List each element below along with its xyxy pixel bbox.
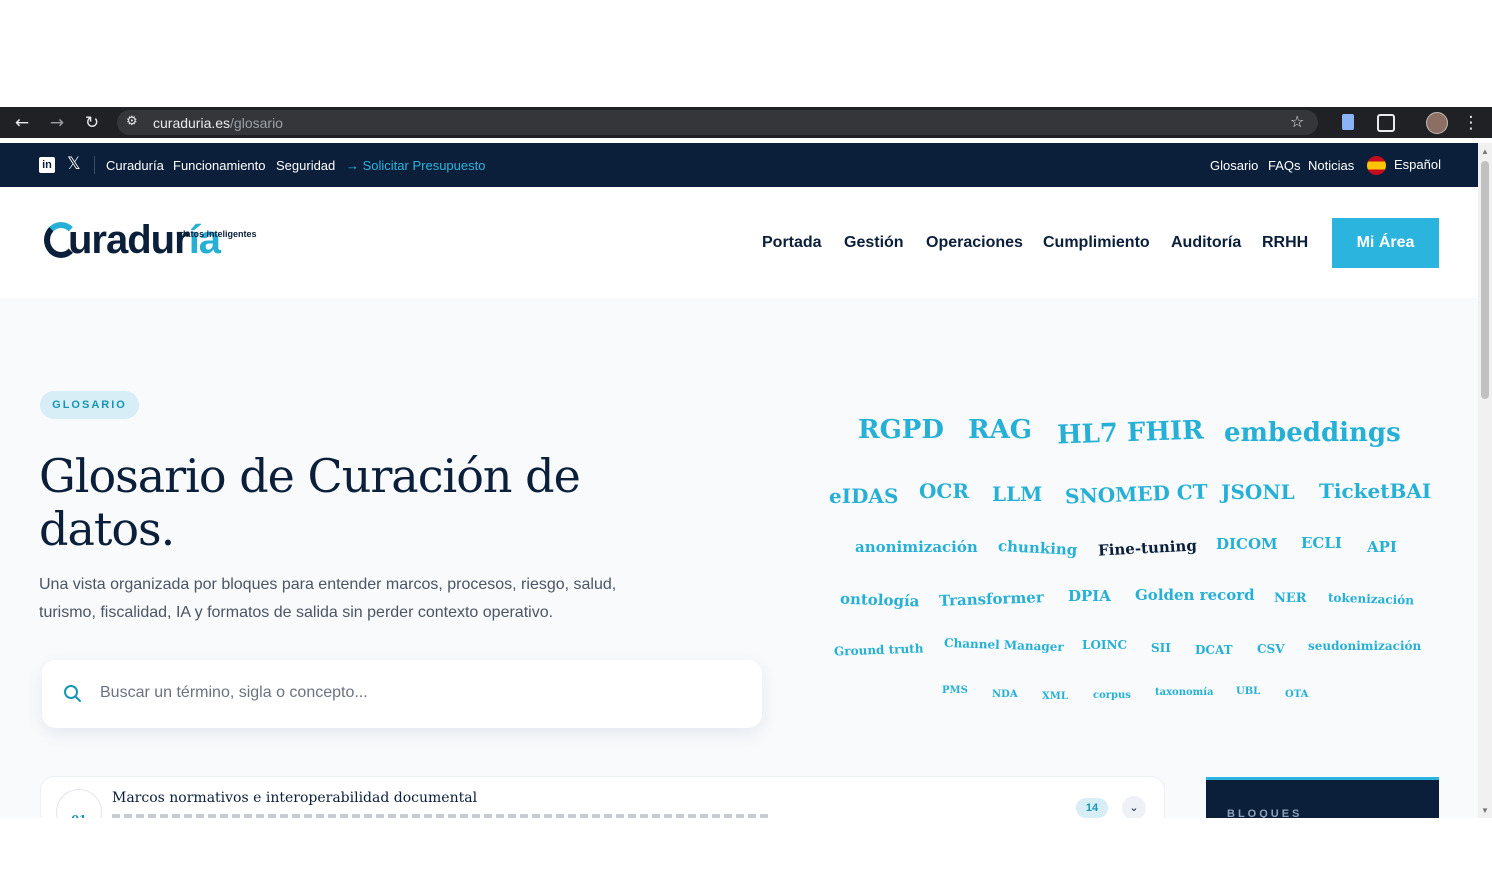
glossary-search[interactable]: Buscar un término, sigla o concepto...	[42, 660, 762, 728]
solicitar-presupuesto-link[interactable]: → Solicitar Presupuesto	[346, 158, 485, 173]
star-icon[interactable]: ☆	[1290, 112, 1304, 131]
tag-dcat[interactable]: DCAT	[1195, 643, 1233, 657]
nav-portada[interactable]: Portada	[762, 234, 822, 252]
tag-ontologia[interactable]: ontología	[840, 590, 920, 611]
mi-area-button[interactable]: Mi Área	[1332, 218, 1439, 268]
top-utility-bar: in 𝕏 Curaduría Funcionamiento Seguridad …	[0, 143, 1478, 187]
kebab-menu-icon[interactable]: ⋮	[1457, 107, 1485, 138]
tag-csv[interactable]: CSV	[1257, 642, 1285, 656]
topbar-link-funcionamiento[interactable]: Funcionamiento	[173, 158, 266, 173]
block-count-badge: 14	[1076, 798, 1108, 818]
scroll-down-icon[interactable]: ▼	[1481, 806, 1489, 815]
topbar-link-faqs[interactable]: FAQs	[1268, 158, 1301, 173]
tag-anonimizacion[interactable]: anonimización	[855, 538, 978, 556]
tag-transformer[interactable]: Transformer	[939, 588, 1044, 610]
tag-embeddings[interactable]: embeddings	[1224, 418, 1401, 448]
page-title: Glosario de Curación de datos.	[39, 449, 581, 556]
chevron-down-icon[interactable]: ⌄	[1122, 796, 1146, 818]
page-lead: Una vista organizada por bloques para en…	[39, 576, 617, 621]
tag-chunking[interactable]: chunking	[998, 537, 1078, 559]
topbar-link-curaduria[interactable]: Curaduría	[106, 158, 164, 173]
tag-channel-manager[interactable]: Channel Manager	[944, 636, 1064, 654]
scroll-up-icon[interactable]: ▲	[1481, 147, 1489, 156]
block-title: Marcos normativos e interoperabilidad do…	[112, 790, 478, 806]
search-input[interactable]: Buscar un término, sigla o concepto...	[100, 684, 368, 702]
reload-icon[interactable]: ↻	[78, 107, 106, 138]
tag-ocr[interactable]: OCR	[919, 479, 969, 503]
back-icon[interactable]: ←	[8, 107, 36, 138]
block-number: 01	[56, 789, 102, 818]
language-selector[interactable]: Español	[1394, 157, 1441, 172]
tag-rag[interactable]: RAG	[968, 415, 1032, 445]
tag-llm[interactable]: LLM	[992, 482, 1042, 506]
tag-taxonomia[interactable]: taxonomía	[1155, 687, 1214, 698]
linkedin-icon[interactable]: in	[39, 157, 55, 173]
url-text[interactable]: curaduria.es/glosario	[153, 115, 283, 131]
glossary-block[interactable]: 01 Marcos normativos e interoperabilidad…	[40, 776, 1165, 818]
search-icon	[64, 685, 81, 702]
tag-nda[interactable]: NDA	[992, 689, 1018, 700]
divider	[94, 156, 95, 174]
tag-seudonimizacion[interactable]: seudonimización	[1308, 639, 1421, 653]
tag-fine-tuning[interactable]: Fine-tuning	[1098, 536, 1198, 559]
spain-flag-icon[interactable]	[1367, 156, 1386, 175]
nav-gestion[interactable]: Gestión	[844, 234, 904, 252]
tag-jsonl[interactable]: JSONL	[1221, 480, 1295, 504]
tag-loinc[interactable]: LOINC	[1082, 638, 1127, 652]
tag-ecli[interactable]: ECLI	[1301, 534, 1342, 552]
sidebar-heading: BLOQUES	[1227, 808, 1303, 818]
tag-eidas[interactable]: eIDAS	[829, 484, 898, 508]
scrollbar-thumb[interactable]	[1481, 161, 1489, 399]
site-info-icon[interactable]: ⚙	[126, 114, 138, 129]
nav-cumplimiento[interactable]: Cumplimiento	[1043, 234, 1150, 252]
profile-avatar[interactable]	[1426, 112, 1448, 134]
browser-toolbar: ← → ↻ ⚙ curaduria.es/glosario ☆ ⋮	[0, 107, 1492, 138]
tag-xml[interactable]: XML	[1042, 691, 1068, 702]
forward-icon[interactable]: →	[43, 107, 71, 138]
logo-tagline: datos inteligentes	[180, 229, 257, 239]
page-bottom-margin	[0, 818, 1492, 893]
topbar-link-seguridad[interactable]: Seguridad	[276, 158, 335, 173]
section-badge: GLOSARIO	[40, 391, 139, 419]
site-header: uraduría datos inteligentes Portada Gest…	[0, 187, 1478, 299]
tag-ground-truth[interactable]: Ground truth	[834, 641, 924, 658]
tag-ubl[interactable]: UBL	[1236, 686, 1260, 697]
tag-dicom[interactable]: DICOM	[1216, 535, 1278, 553]
address-bar[interactable]: ⚙ curaduria.es/glosario ☆	[117, 110, 1318, 135]
tag-api[interactable]: API	[1367, 538, 1397, 556]
tag-hl7-fhir[interactable]: HL7 FHIR	[1057, 415, 1205, 450]
nav-auditoria[interactable]: Auditoría	[1171, 234, 1241, 252]
logo-text: uraduría	[68, 218, 221, 262]
blocks-sidebar: BLOQUES	[1206, 777, 1439, 818]
tag-golden-record[interactable]: Golden record	[1135, 586, 1255, 604]
tag-ota[interactable]: OTA	[1285, 689, 1308, 700]
tag-tokenizacion[interactable]: tokenización	[1328, 591, 1414, 608]
nav-operaciones[interactable]: Operaciones	[926, 234, 1023, 252]
x-twitter-icon[interactable]: 𝕏	[67, 154, 81, 174]
extensions-puzzle-icon[interactable]	[1377, 114, 1395, 132]
tag-ticketbai[interactable]: TicketBAI	[1319, 479, 1431, 503]
extension-icon[interactable]	[1342, 114, 1354, 130]
tag-dpia[interactable]: DPIA	[1068, 587, 1111, 605]
tag-sii[interactable]: SII	[1151, 641, 1171, 655]
topbar-link-glosario[interactable]: Glosario	[1210, 158, 1258, 173]
topbar-link-noticias[interactable]: Noticias	[1308, 158, 1354, 173]
glossary-hero: GLOSARIO Glosario de Curación de datos. …	[0, 298, 1478, 818]
tag-snomed-ct[interactable]: SNOMED CT	[1065, 480, 1208, 509]
tag-corpus[interactable]: corpus	[1093, 690, 1131, 701]
nav-rrhh[interactable]: RRHH	[1262, 234, 1308, 252]
site-logo[interactable]: uraduría datos inteligentes	[42, 216, 272, 271]
tag-pms[interactable]: PMS	[942, 685, 968, 696]
tag-ner[interactable]: NER	[1274, 591, 1307, 606]
page-scrollbar[interactable]: ▲ ▼	[1478, 143, 1492, 818]
tag-rgpd[interactable]: RGPD	[858, 415, 944, 445]
